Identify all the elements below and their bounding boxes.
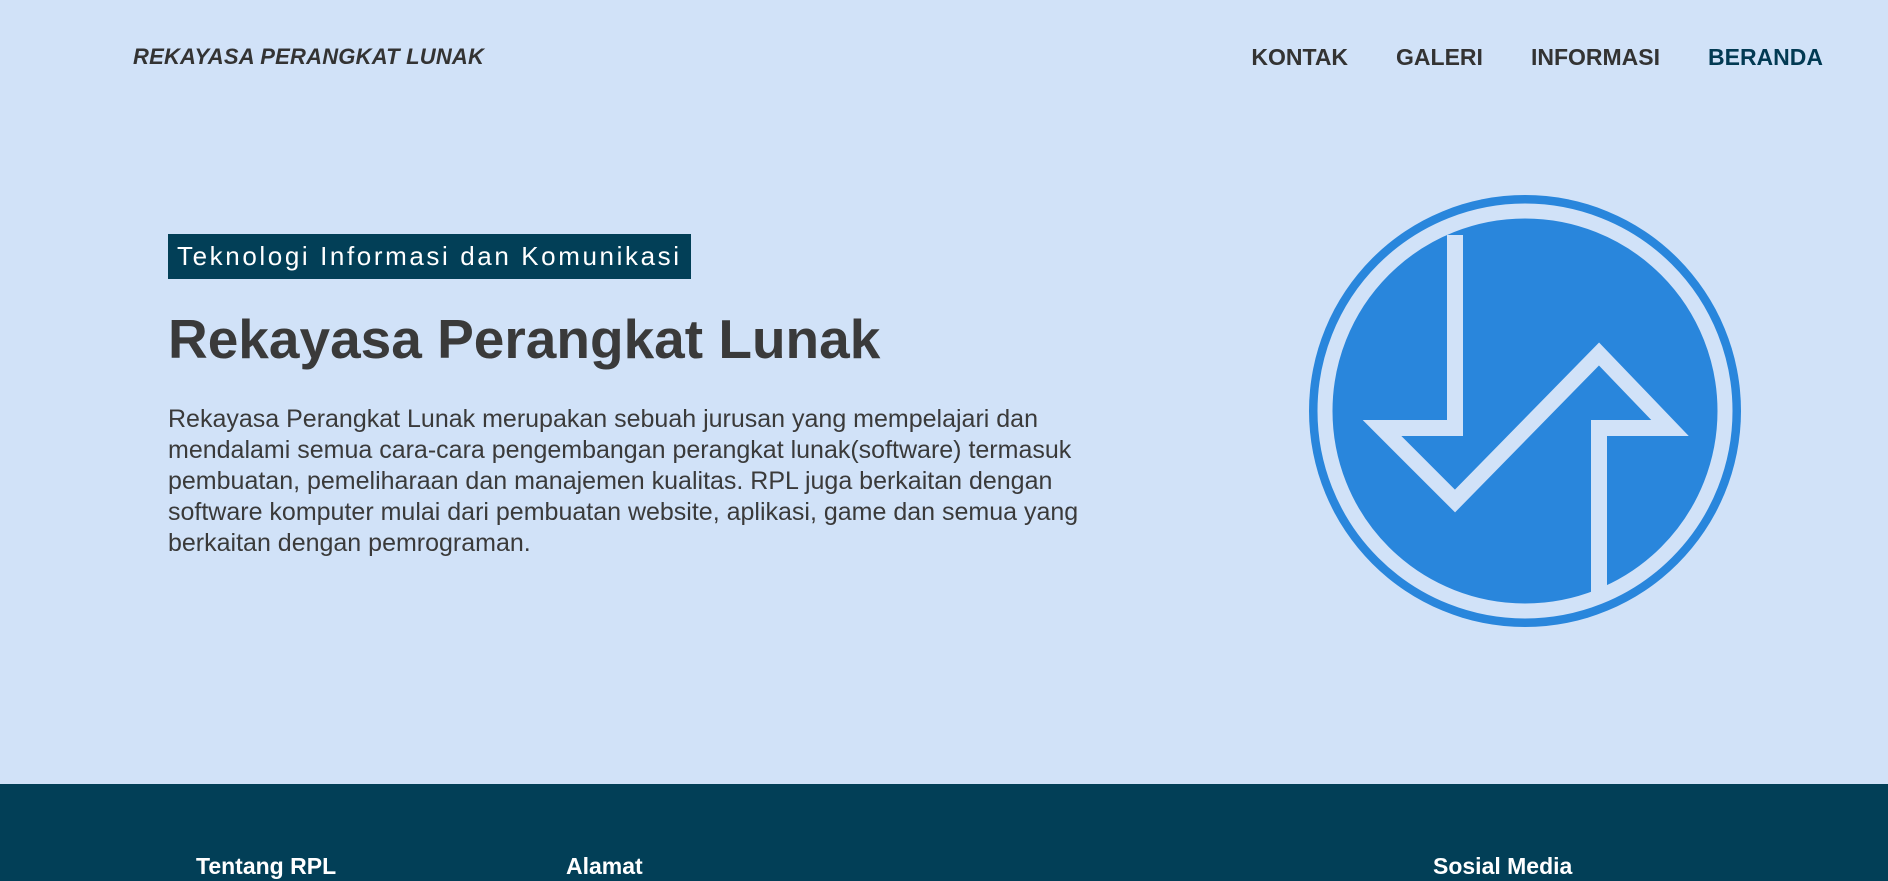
site-brand[interactable]: REKAYASA PERANGKAT LUNAK <box>133 44 484 70</box>
main-nav: KONTAK GALERI INFORMASI BERANDA <box>1203 44 1823 71</box>
hero-section: Teknologi Informasi dan Komunikasi Rekay… <box>0 115 1888 784</box>
nav-link-informasi[interactable]: INFORMASI <box>1531 44 1660 71</box>
rpl-logo-icon <box>1309 195 1741 627</box>
nav-link-beranda[interactable]: BERANDA <box>1708 44 1823 71</box>
hero-description: Rekayasa Perangkat Lunak merupakan sebua… <box>168 405 1079 557</box>
hero-tag: Teknologi Informasi dan Komunikasi <box>168 234 691 279</box>
site-header: REKAYASA PERANGKAT LUNAK KONTAK GALERI I… <box>0 0 1888 115</box>
footer-heading-tentang: Tentang RPL <box>196 853 337 879</box>
footer-heading-alamat: Alamat <box>566 853 643 879</box>
logo-outer-circle <box>1309 195 1741 627</box>
footer-heading-sosial-media: Sosial Media <box>1433 853 1573 879</box>
nav-link-kontak[interactable]: KONTAK <box>1251 44 1348 71</box>
site-footer: Tentang RPL Alamat Sosial Media <box>0 784 1888 881</box>
hero-title: Rekayasa Perangkat Lunak <box>168 308 881 370</box>
nav-link-galeri[interactable]: GALERI <box>1396 44 1483 71</box>
